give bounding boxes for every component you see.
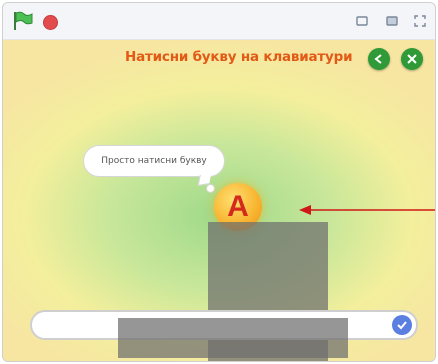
watermark-bar — [118, 318, 348, 358]
player-window: Натисни букву на клавиатури Просто натис… — [2, 2, 436, 362]
player-toolbar — [3, 3, 435, 40]
pointer-arrow — [299, 205, 435, 215]
stop-sign-icon[interactable] — [43, 15, 58, 30]
large-stage-icon[interactable] — [383, 12, 401, 30]
instruction-title: Натисни букву на клавиатури — [125, 49, 353, 65]
speech-bubble-dot — [206, 184, 215, 193]
stage[interactable]: Натисни букву на клавиатури Просто натис… — [3, 40, 435, 361]
fullscreen-icon[interactable] — [411, 12, 429, 30]
close-icon[interactable] — [401, 48, 423, 70]
back-arrow-icon[interactable] — [368, 48, 390, 70]
speech-bubble: Просто натисни букву — [83, 145, 225, 177]
small-stage-icon[interactable] — [353, 12, 371, 30]
speech-text: Просто натисни букву — [101, 156, 207, 166]
check-icon[interactable] — [392, 315, 412, 335]
sprite-letter: A — [227, 190, 249, 223]
green-flag-icon[interactable] — [12, 11, 34, 31]
